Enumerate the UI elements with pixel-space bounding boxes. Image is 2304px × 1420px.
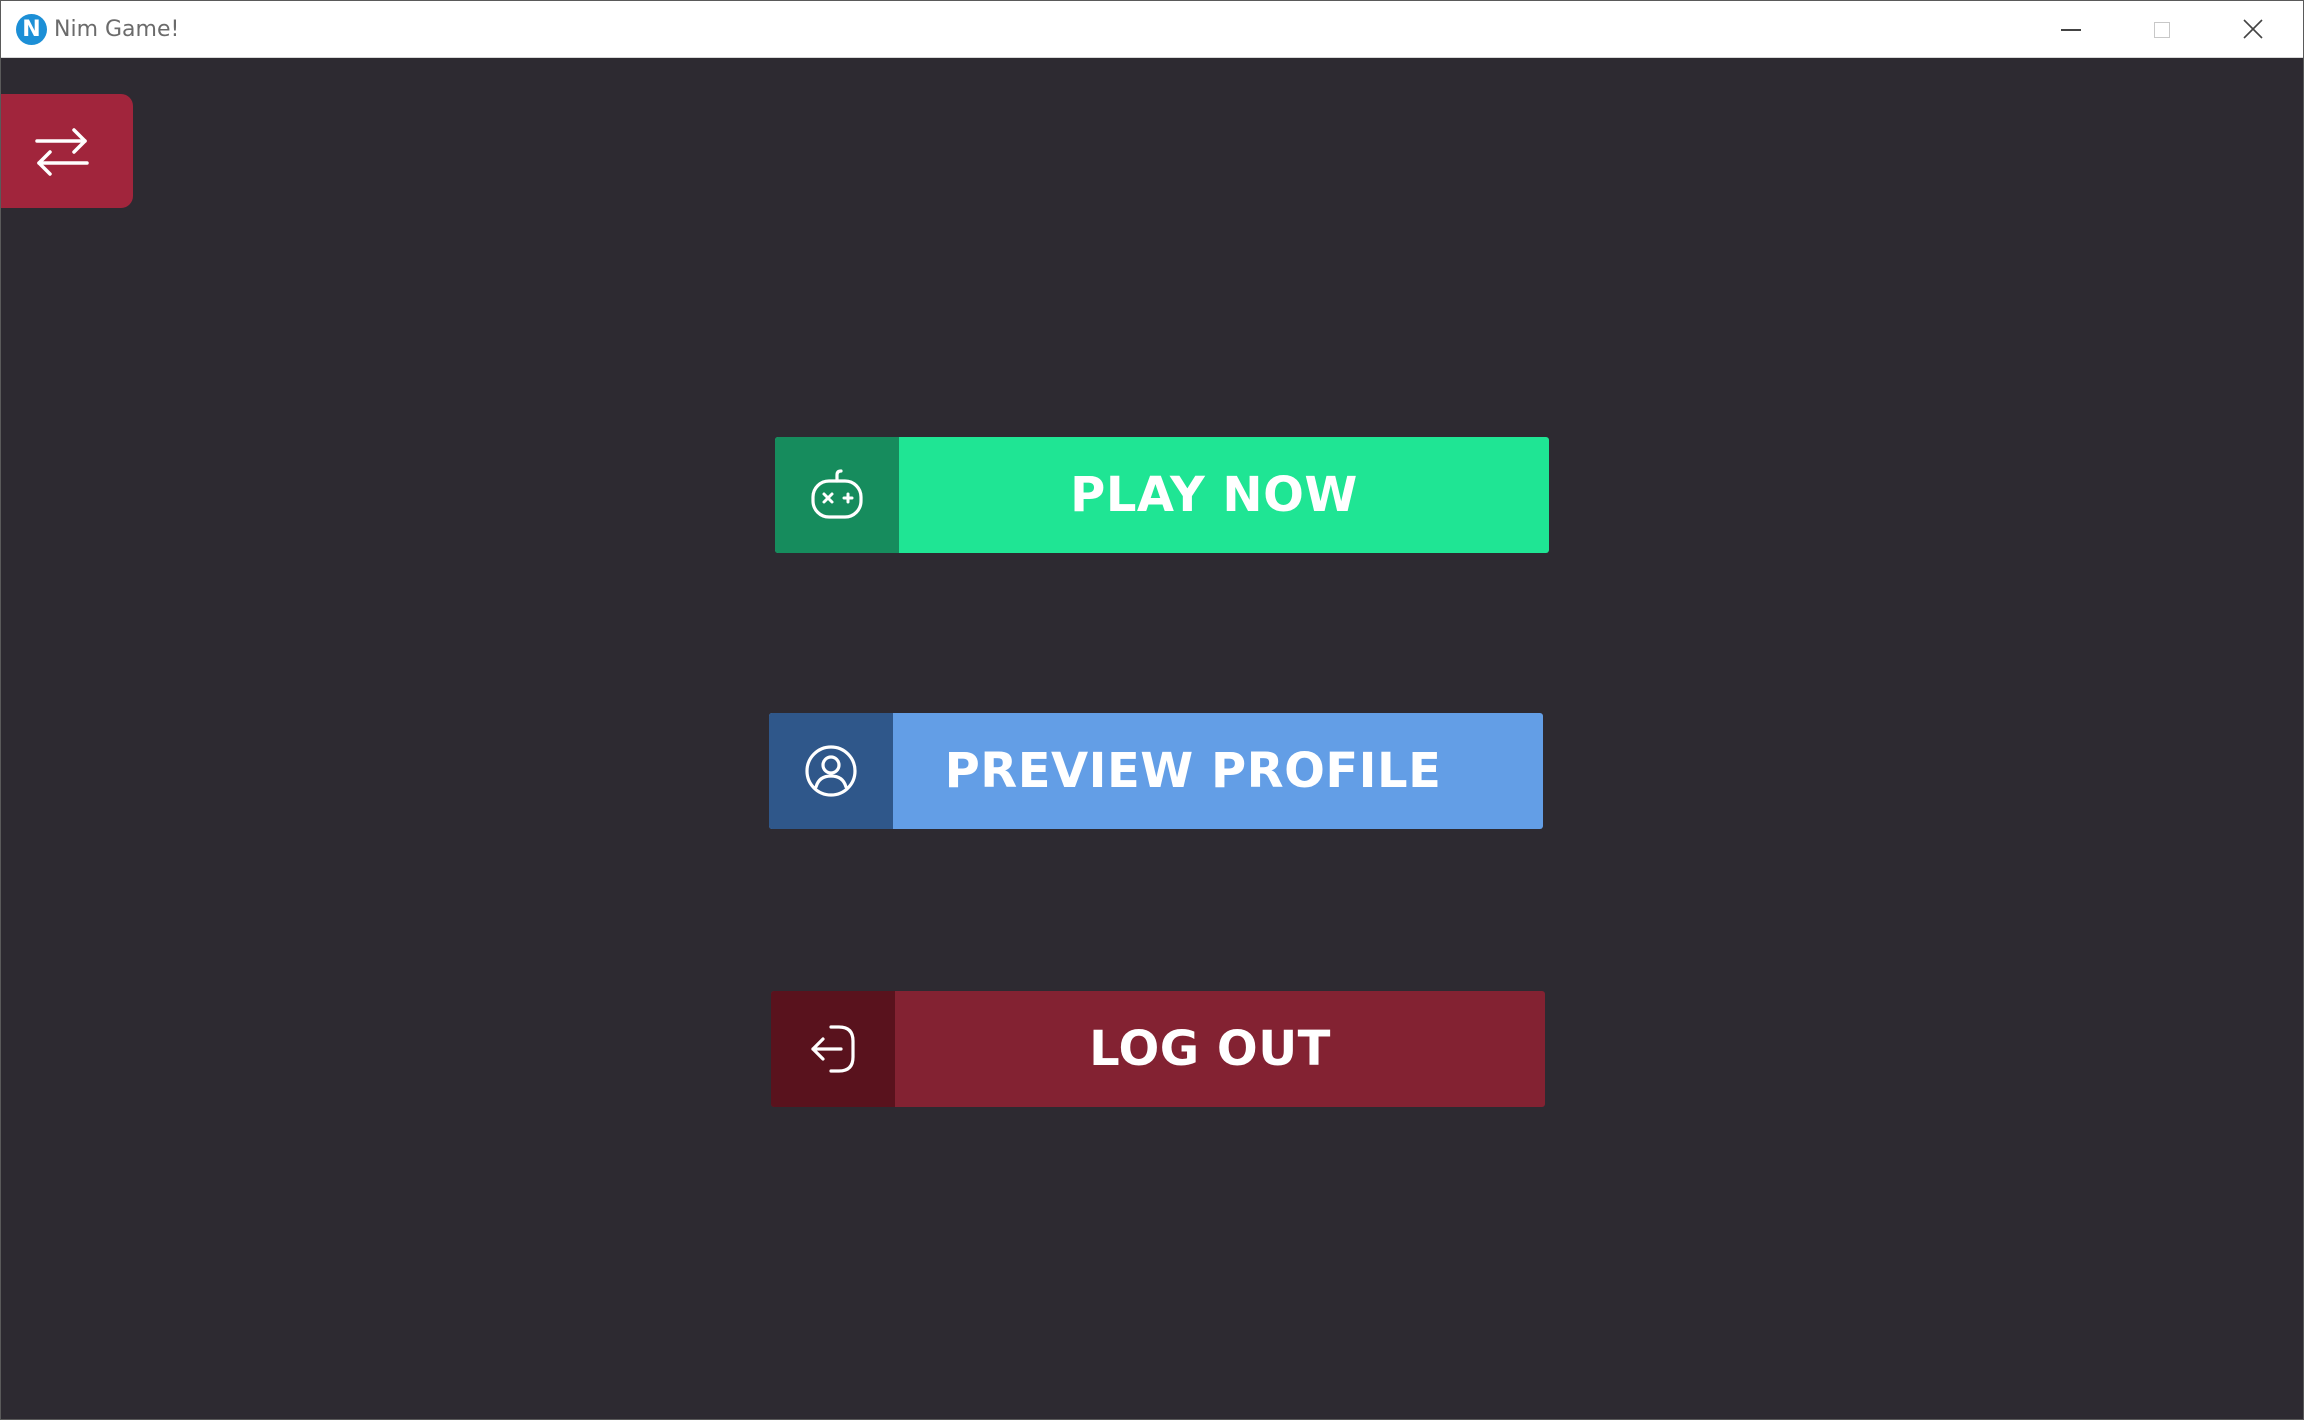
gamepad-icon: [811, 469, 863, 519]
swap-arrows-icon: [35, 128, 89, 176]
title-bar: N Nim Game!: [1, 1, 2303, 58]
window-title: Nim Game!: [54, 17, 180, 42]
logout-icon: [811, 1025, 855, 1073]
maximize-button[interactable]: [2117, 1, 2207, 58]
play-icon-box: [775, 437, 899, 553]
log-out-button[interactable]: LOG OUT: [771, 991, 1545, 1107]
close-button[interactable]: [2209, 1, 2299, 58]
preview-profile-label: PREVIEW PROFILE: [944, 743, 1442, 799]
play-now-label: PLAY NOW: [1070, 467, 1358, 523]
minimize-button[interactable]: [2027, 1, 2117, 58]
log-out-label: LOG OUT: [1089, 1021, 1331, 1077]
minimize-icon: [2061, 29, 2081, 31]
preview-profile-button[interactable]: PREVIEW PROFILE: [769, 713, 1543, 829]
maximize-icon: [2154, 22, 2170, 38]
user-circle-icon: [805, 745, 857, 797]
profile-icon-box: [769, 713, 893, 829]
app-window: N Nim Game! PLAY NOW PREVIEW PROFILE LOG…: [0, 0, 2304, 1420]
play-now-button[interactable]: PLAY NOW: [775, 437, 1549, 553]
app-logo-icon: N: [16, 14, 47, 45]
close-icon: [2243, 19, 2263, 39]
logout-icon-box: [771, 991, 895, 1107]
switch-account-button[interactable]: [1, 94, 133, 208]
